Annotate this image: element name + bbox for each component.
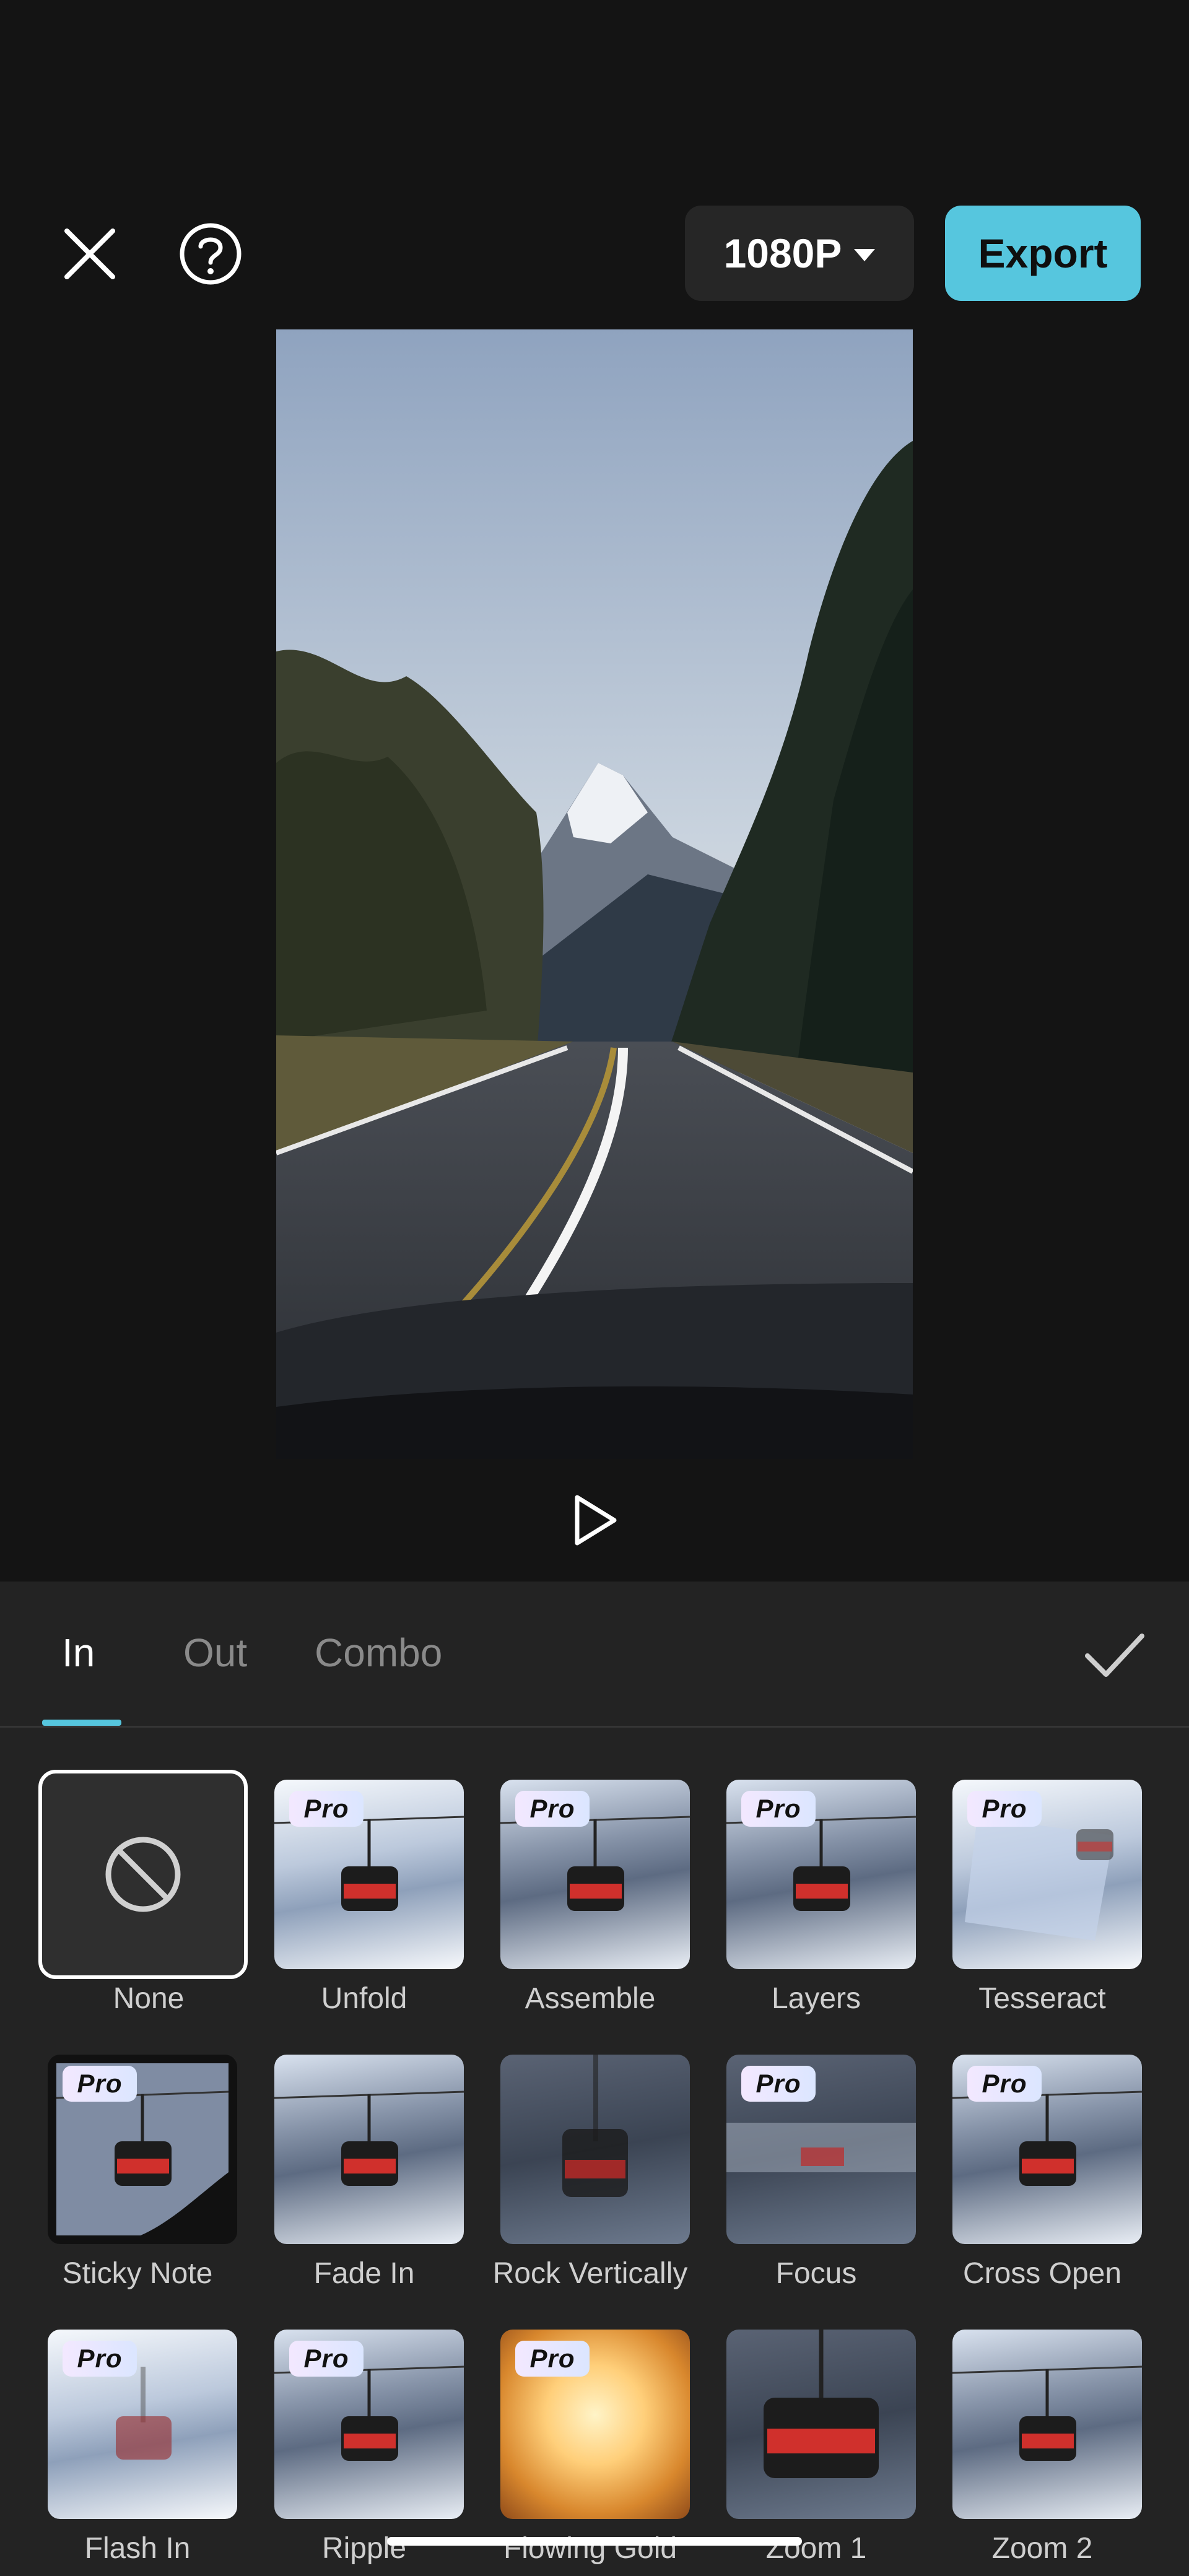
effect-ripple[interactable]: Pro Ripple xyxy=(265,2278,464,2565)
pro-badge: Pro xyxy=(967,2066,1042,2102)
effect-flash-in[interactable]: Pro Flash In xyxy=(38,2278,237,2565)
resolution-label: 1080P xyxy=(723,230,842,276)
effect-thumbnail: Pro xyxy=(500,2330,690,2519)
video-frame xyxy=(276,329,913,1459)
effect-none[interactable]: None xyxy=(38,1728,248,2015)
close-button[interactable] xyxy=(53,217,127,291)
effect-thumbnail xyxy=(726,2330,916,2519)
tab-combo[interactable]: Combo xyxy=(315,1630,442,1676)
pro-badge: Pro xyxy=(741,2066,816,2102)
no-effect-icon xyxy=(105,1837,181,1912)
pro-badge: Pro xyxy=(515,1791,590,1827)
effect-thumbnail: Pro xyxy=(274,2330,464,2519)
effect-flowing-gold[interactable]: Pro Flowing Gold xyxy=(491,2278,690,2565)
animation-panel: In Out Combo None Pro Unfold Pro Assembl… xyxy=(0,1582,1189,2576)
effect-layers[interactable]: Pro Layers xyxy=(717,1728,916,2015)
pro-badge: Pro xyxy=(63,2066,137,2102)
effect-zoom-2[interactable]: Zoom 2 xyxy=(943,2278,1142,2565)
play-button[interactable] xyxy=(564,1486,625,1554)
effect-thumbnail: Pro xyxy=(952,1780,1142,1969)
home-indicator[interactable] xyxy=(387,2537,802,2546)
effect-thumbnail: Pro xyxy=(274,1780,464,1969)
checkmark-icon xyxy=(1085,1634,1144,1677)
effect-thumbnail xyxy=(500,2055,690,2244)
effect-label: Flash In xyxy=(84,2532,191,2565)
resolution-dropdown[interactable]: 1080P xyxy=(685,206,914,301)
play-icon xyxy=(575,1495,617,1546)
effect-thumbnail xyxy=(274,2055,464,2244)
effect-rock-vertically[interactable]: Rock Vertically xyxy=(491,2003,690,2290)
effect-unfold[interactable]: Pro Unfold xyxy=(265,1728,464,2015)
help-button[interactable] xyxy=(173,217,248,291)
effect-thumbnail: Pro xyxy=(48,2330,237,2519)
effect-tesseract[interactable]: Pro Tesseract xyxy=(943,1728,1142,2015)
effect-thumbnail: Pro xyxy=(48,2055,237,2244)
effect-focus[interactable]: Pro Focus xyxy=(717,2003,916,2290)
effect-thumbnail: Pro xyxy=(726,2055,916,2244)
effect-thumbnail: Pro xyxy=(726,1780,916,1969)
gondola-image xyxy=(562,2055,628,2197)
help-icon xyxy=(180,223,242,285)
confirm-button[interactable] xyxy=(1078,1625,1152,1687)
close-icon xyxy=(64,228,115,279)
effect-thumbnail: Pro xyxy=(500,1780,690,1969)
tab-out[interactable]: Out xyxy=(183,1630,247,1676)
effect-sticky-note[interactable]: Pro Sticky Note xyxy=(38,2003,237,2290)
effect-zoom-1[interactable]: Zoom 1 xyxy=(717,2278,916,2565)
effect-thumbnail xyxy=(952,2330,1142,2519)
pro-badge: Pro xyxy=(63,2341,137,2377)
effect-thumbnail xyxy=(38,1770,248,1979)
effect-assemble[interactable]: Pro Assemble xyxy=(491,1728,690,2015)
tab-in[interactable]: In xyxy=(62,1630,95,1676)
caret-down-icon xyxy=(854,249,876,261)
top-toolbar: 1080P Export xyxy=(0,204,1189,303)
pro-badge: Pro xyxy=(289,1791,364,1827)
effect-thumbnail: Pro xyxy=(952,2055,1142,2244)
effect-label: Zoom 2 xyxy=(991,2532,1093,2565)
effect-cross-open[interactable]: Pro Cross Open xyxy=(943,2003,1142,2290)
pro-badge: Pro xyxy=(515,2341,590,2377)
gondola-image xyxy=(952,2365,1142,2461)
effect-fade-in[interactable]: Fade In xyxy=(265,2003,464,2290)
pro-badge: Pro xyxy=(741,1791,816,1827)
pro-badge: Pro xyxy=(289,2341,364,2377)
export-button[interactable]: Export xyxy=(945,206,1141,301)
animation-tabs: In Out Combo xyxy=(0,1582,1189,1728)
gondola-image xyxy=(764,2330,879,2478)
pro-badge: Pro xyxy=(967,1791,1042,1827)
active-tab-indicator xyxy=(42,1720,121,1726)
gondola-image xyxy=(274,2091,464,2186)
video-preview[interactable] xyxy=(276,329,913,1459)
